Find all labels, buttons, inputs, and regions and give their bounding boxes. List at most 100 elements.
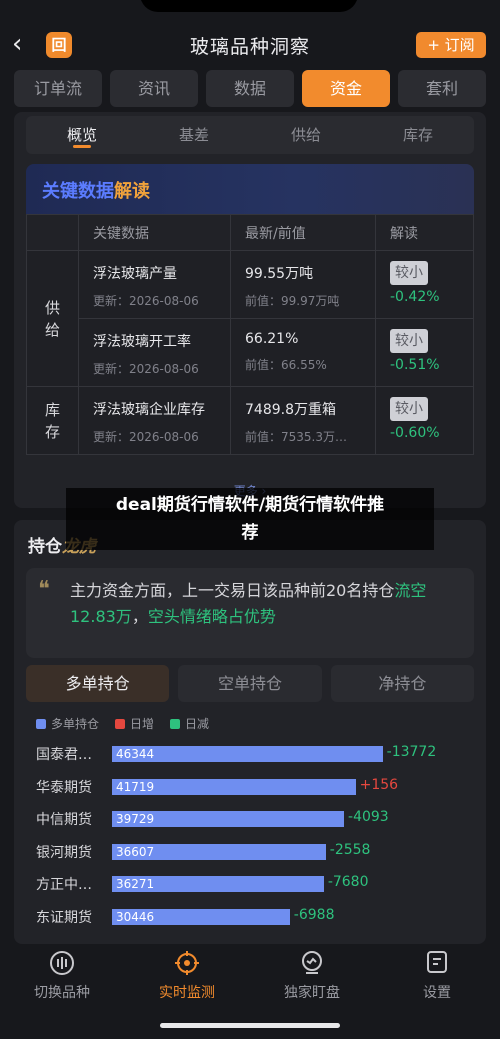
row-prev: 前值：66.55% <box>245 358 327 372</box>
tab-funds[interactable]: 资金 <box>302 70 390 107</box>
bar-row: 东证期货 30446 -6988 <box>14 905 486 929</box>
bar-value: 41719 <box>116 779 155 794</box>
row-change: -0.60% <box>390 425 440 441</box>
row-value: 66.21% <box>245 331 299 347</box>
row-updated: 更新：2026-08-06 <box>93 362 199 376</box>
nav-switch-variety[interactable]: 切换品种 <box>12 950 112 1002</box>
bar-row: 华泰期货 41719 +156 <box>14 775 486 799</box>
row-prev: 前值：7535.3万… <box>245 430 347 444</box>
bar-delta: -4093 <box>348 809 389 826</box>
group-label-inventory: 库 存 <box>26 386 79 455</box>
row-change: -0.51% <box>390 357 440 373</box>
column-header-interpretation: 解读 <box>375 214 474 251</box>
legend-item: 日增 <box>115 715 154 732</box>
bar: 36271 <box>112 876 324 893</box>
bar-label: 东证期货 <box>36 910 92 926</box>
row-name: 浮法玻璃产量 <box>93 266 177 282</box>
bar-delta: -13772 <box>386 744 437 760</box>
row-updated: 更新：2026-08-06 <box>93 430 199 444</box>
key-data-table: 关键数据 最新/前值 解读 供 给 浮法玻璃产量 更新：2026-08-06 99… <box>26 214 474 455</box>
insight-box: ❝ 主力资金方面，上一交易日该品种前20名持仓流空12.83万，空头情绪略占优势 <box>26 568 474 658</box>
nav-label: 切换品种 <box>34 985 90 1001</box>
nav-label: 实时监测 <box>159 985 215 1001</box>
bar-row: 中信期货 39729 -4093 <box>14 807 486 831</box>
nav-settings[interactable]: 设置 <box>387 950 487 1002</box>
watch-icon <box>302 951 322 974</box>
bar-value: 30446 <box>116 910 155 924</box>
row-name: 浮法玻璃开工率 <box>93 334 191 350</box>
sub-tabs: 概览 基差 供给 库存 <box>26 116 474 154</box>
row-badge: 较小 <box>390 329 428 353</box>
subtab-basis[interactable]: 基差 <box>138 116 250 154</box>
bar: 41719 <box>112 778 356 795</box>
bar: 46344 <box>112 746 383 762</box>
bar-value: 46344 <box>116 747 155 761</box>
insight-text: 主力资金方面，上一交易日该品种前20名持仓流空12.83万，空头情绪略占优势 <box>70 581 427 626</box>
bar: 30446 <box>112 909 290 925</box>
nav-realtime-monitor[interactable]: 实时监测 <box>137 950 237 1002</box>
nav-label: 独家盯盘 <box>284 985 340 1001</box>
tab-long-positions[interactable]: 多单持仓 <box>26 665 170 702</box>
row-name: 浮法玻璃企业库存 <box>93 402 205 418</box>
home-indicator[interactable] <box>160 1023 340 1028</box>
holdings-card: 持仓龙虎 ❝ 主力资金方面，上一交易日该品种前20名持仓流空12.83万，空头情… <box>14 520 486 944</box>
row-prev: 前值：99.97万吨 <box>245 294 340 308</box>
bar-label: 中信期货 <box>36 812 92 829</box>
bar-label: 方正中… <box>36 877 92 894</box>
back-icon[interactable]: ‹ <box>12 30 34 60</box>
app-logo: 回 <box>46 32 72 58</box>
banner-line: 荐 <box>241 523 259 543</box>
tab-data[interactable]: 数据 <box>206 70 294 107</box>
row-updated: 更新：2026-08-06 <box>93 294 199 308</box>
subtab-overview[interactable]: 概览 <box>26 116 138 154</box>
tab-net-positions[interactable]: 净持仓 <box>330 665 474 702</box>
overview-card: 概览 基差 供给 库存 关键数据解读 关键数据 最新/前值 解读 供 给 浮法玻… <box>14 112 486 508</box>
subtab-supply[interactable]: 供给 <box>250 116 362 154</box>
legend-swatch-increase <box>115 718 126 729</box>
bar-label: 国泰君… <box>36 747 92 763</box>
tab-news[interactable]: 资讯 <box>110 70 198 107</box>
tab-order-flow[interactable]: 订单流 <box>14 70 102 107</box>
row-change: -0.42% <box>390 289 440 305</box>
switch-icon <box>50 951 74 975</box>
tab-arbitrage[interactable]: 套利 <box>398 70 486 107</box>
bar-value: 36271 <box>116 877 155 892</box>
key-data-header: 关键数据解读 <box>26 164 474 214</box>
main-tabs: 订单流 资讯 数据 资金 套利 <box>14 70 486 107</box>
legend-swatch-long <box>36 718 46 729</box>
key-data-title: 关键数据解读 <box>42 181 150 202</box>
position-tabs: 多单持仓 空单持仓 净持仓 <box>26 665 474 702</box>
table-corner <box>26 214 79 251</box>
bar-delta: -7680 <box>327 874 369 891</box>
nav-label: 设置 <box>423 985 451 1001</box>
quote-icon: ❝ <box>38 577 50 602</box>
table-row[interactable]: 供 给 浮法玻璃产量 更新：2026-08-06 99.55万吨 前值：99.97万… <box>26 250 474 387</box>
nav-exclusive-watch[interactable]: 独家盯盘 <box>262 950 362 1002</box>
row-badge: 较小 <box>390 397 428 421</box>
bar-label: 银河期货 <box>36 844 92 861</box>
bar-row: 国泰君… 46344 -13772 <box>14 742 486 766</box>
top-bar: 玻璃品种洞察 ‹ 回 + 订阅 <box>0 28 500 62</box>
group-label-supply: 供 给 <box>26 250 79 387</box>
bar-row: 银河期货 36607 -2558 <box>14 840 486 864</box>
bar-delta: -2558 <box>329 841 371 858</box>
device-notch <box>140 0 358 12</box>
row-value: 7489.8万重箱 <box>245 402 336 418</box>
chart-legend: 多单持仓 日增 日减 <box>36 715 209 732</box>
bar-delta: +156 <box>359 776 399 793</box>
bar-value: 39729 <box>116 812 155 827</box>
settings-icon <box>427 951 447 973</box>
table-row[interactable]: 库 存 浮法玻璃企业库存 更新：2026-08-06 7489.8万重箱 前值：75… <box>26 386 474 455</box>
legend-item: 多单持仓 <box>36 715 99 732</box>
bar: 36607 <box>112 843 326 860</box>
legend-swatch-decrease <box>170 718 181 729</box>
subtab-inventory[interactable]: 库存 <box>362 116 474 154</box>
tab-short-positions[interactable]: 空单持仓 <box>178 665 322 702</box>
bar-delta: -6988 <box>293 907 335 923</box>
monitor-icon <box>175 951 199 975</box>
table-row[interactable]: 浮法玻璃开工率 更新：2026-08-06 66.21% 前值：66.55% 较小 -… <box>27 318 474 387</box>
overlay-banner: deal期货行情软件/期货行情软件推 荐 <box>66 488 434 550</box>
banner-line: deal期货行情软件/期货行情软件推 <box>115 495 385 515</box>
subscribe-button[interactable]: + 订阅 <box>416 32 486 58</box>
bar-label: 华泰期货 <box>36 779 92 796</box>
